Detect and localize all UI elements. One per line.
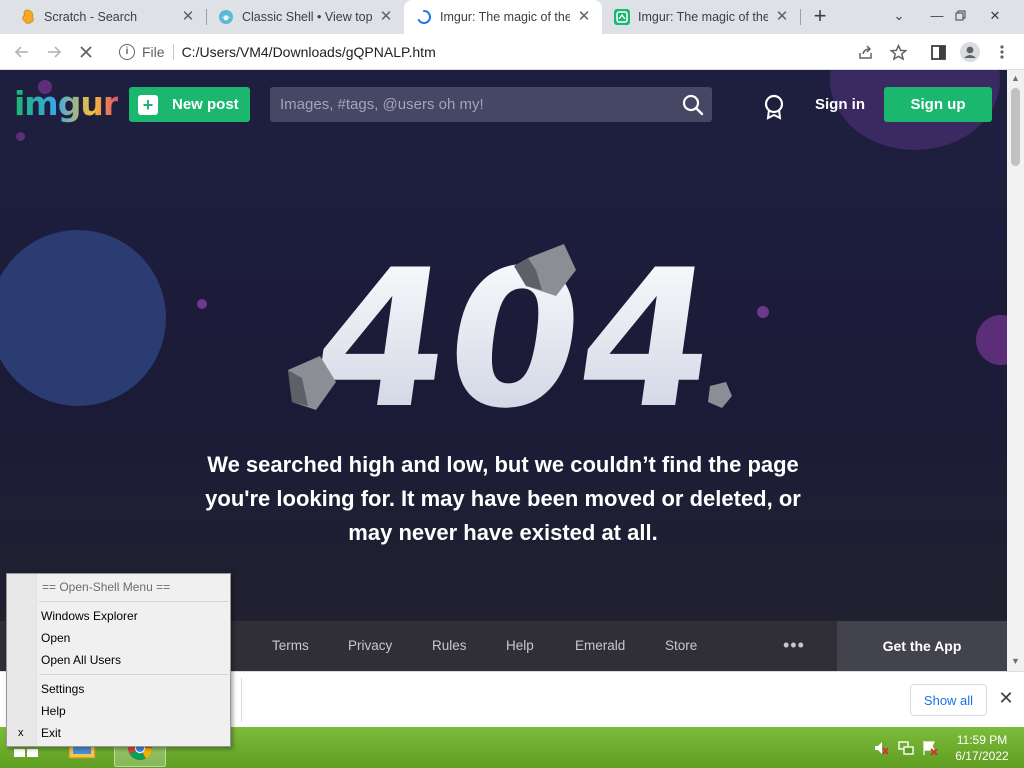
tab-scratch-search[interactable]: Scratch - Search ✕ [8,0,206,34]
footer-link-store[interactable]: Store [665,638,697,653]
tab-close-icon[interactable]: ✕ [774,9,790,25]
tab-title: Classic Shell • View topic [242,10,372,24]
error-404-illustration: 404 [288,230,732,420]
footer-link-privacy[interactable]: Privacy [348,638,392,653]
footer-more-icon[interactable]: ••• [783,635,805,656]
tab-title: Imgur: The magic of the [638,10,768,24]
restore-button[interactable] [944,0,978,34]
footer-link-rules[interactable]: Rules [432,638,467,653]
tab-classic-shell[interactable]: Classic Shell • View topic ✕ [206,0,404,34]
stop-loading-button[interactable] [74,40,98,64]
scroll-up-arrow-icon[interactable]: ▲ [1011,73,1020,83]
clock-date: 6/17/2022 [955,749,1009,763]
menu-gutter [7,574,37,746]
new-post-button[interactable]: + New post [129,87,250,122]
tab-close-icon[interactable]: ✕ [576,9,592,25]
decor-dot [757,306,769,318]
open-shell-context-menu: == Open-Shell Menu == Windows Explorer O… [6,573,231,747]
clock-time: 11:59 PM [956,733,1008,747]
url-scheme-label: File [142,44,165,60]
tab-search-chevron-icon[interactable]: ⌄ [882,0,916,34]
address-bar[interactable]: i File C:/Users/VM4/Downloads/gQPNALP.ht… [112,38,846,66]
side-panel-icon[interactable] [926,40,950,64]
forward-button[interactable] [42,40,66,64]
plus-icon: + [138,94,158,115]
rock-icon [708,382,732,408]
browser-toolbar: i File C:/Users/VM4/Downloads/gQPNALP.ht… [0,34,1024,70]
decor-dot [16,132,25,141]
classic-shell-favicon-icon [218,9,234,25]
new-tab-button[interactable]: + [808,5,832,29]
search-box[interactable] [270,87,712,122]
search-input[interactable] [280,96,678,113]
footer-link-emerald[interactable]: Emerald [575,638,625,653]
error-code: 404 [301,230,729,420]
menu-item-help[interactable]: Help [41,701,66,721]
share-icon[interactable] [854,40,878,64]
scrollbar-thumb[interactable] [1011,88,1020,166]
page-scrollbar[interactable]: ▲ ▼ [1007,70,1024,671]
award-ribbon-icon[interactable] [763,94,785,125]
back-button[interactable] [10,40,34,64]
tab-close-icon[interactable]: ✕ [378,9,394,25]
system-clock[interactable]: 11:59 PM 6/17/2022 [950,732,1014,764]
show-all-downloads-button[interactable]: Show all [910,684,987,716]
tab-imgur[interactable]: Imgur: The magic of the ✕ [602,0,800,34]
profile-avatar-icon[interactable] [958,40,982,64]
sign-up-button[interactable]: Sign up [884,87,992,122]
imgur-logo[interactable]: imgur [14,84,119,123]
menu-item-windows-explorer[interactable]: Windows Explorer [41,606,138,626]
volume-muted-icon[interactable] [873,740,889,756]
tab-close-icon[interactable]: ✕ [180,9,196,25]
close-window-button[interactable]: ✕ [978,0,1012,34]
tab-title: Scratch - Search [44,10,138,24]
exit-close-icon: x [18,727,24,739]
menu-item-settings[interactable]: Settings [41,679,84,699]
tab-imgur-active[interactable]: Imgur: The magic of the ✕ [404,0,602,34]
scroll-down-arrow-icon[interactable]: ▼ [1011,656,1020,666]
menu-separator [39,601,229,602]
action-center-alert-icon[interactable] [922,740,938,756]
new-post-label: New post [172,96,239,113]
menu-header: == Open-Shell Menu == [42,580,171,594]
tab-separator [800,9,801,25]
get-the-app-button[interactable]: Get the App [837,621,1007,671]
loading-spinner-icon [416,9,432,25]
decor-dot [197,299,207,309]
site-info-icon[interactable]: i [119,44,135,60]
omnibox-divider [172,44,174,60]
footer-link-terms[interactable]: Terms [272,638,309,653]
sign-in-link[interactable]: Sign in [815,96,865,113]
decor-planet [976,315,1007,365]
more-menu-icon[interactable] [990,40,1014,64]
menu-item-open[interactable]: Open [41,628,70,648]
tab-title: Imgur: The magic of the [440,10,570,24]
menu-item-open-all-users[interactable]: Open All Users [41,650,121,670]
imgur-favicon-icon [614,9,630,25]
scratch-favicon-icon [20,9,36,25]
search-icon[interactable] [678,90,708,120]
close-shelf-icon[interactable]: ✕ [996,688,1016,708]
shelf-divider [241,678,242,722]
bookmark-star-icon[interactable] [886,40,910,64]
error-message: We searched high and low, but we couldn’… [205,452,801,545]
url-text[interactable]: C:/Users/VM4/Downloads/gQPNALP.htm [182,44,436,60]
menu-item-exit[interactable]: Exit [41,723,61,743]
menu-separator [39,674,229,675]
network-icon[interactable] [898,740,914,756]
tab-strip: Scratch - Search ✕ Classic Shell • View … [0,0,1024,34]
footer-link-help[interactable]: Help [506,638,534,653]
decor-planet [0,230,166,406]
